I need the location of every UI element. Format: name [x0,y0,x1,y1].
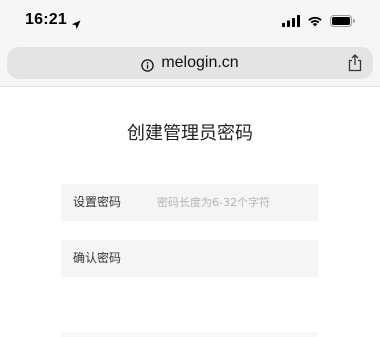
location-arrow-icon [71,15,81,30]
battery-icon [330,12,355,31]
status-time-group: 16:21 [25,11,81,30]
confirm-password-label: 确认密码 [73,251,122,265]
share-icon[interactable] [347,54,363,72]
url-text: melogin.cn [161,54,239,71]
cellular-signal-icon [282,12,300,31]
set-password-label: 设置密码 [73,195,122,209]
set-password-field[interactable]: 设置密码 [61,184,318,221]
status-time: 16:21 [25,11,67,28]
status-bar: 16:21 [0,0,380,40]
browser-address-area: melogin.cn [0,40,380,87]
set-password-input[interactable] [157,192,307,212]
page-title: 创建管理员密码 [127,123,253,144]
wifi-icon [307,12,323,31]
next-field-edge [61,332,318,337]
confirm-password-input[interactable] [157,248,307,268]
phone-screen: 16:21 melogin.cn 创建管理员密码 设置密码 确认密码 [0,0,380,337]
address-bar[interactable]: melogin.cn [7,47,373,79]
address-display: melogin.cn [7,47,373,79]
confirm-password-field[interactable]: 确认密码 [61,240,318,277]
status-indicators [282,12,355,31]
info-icon[interactable] [141,57,155,72]
